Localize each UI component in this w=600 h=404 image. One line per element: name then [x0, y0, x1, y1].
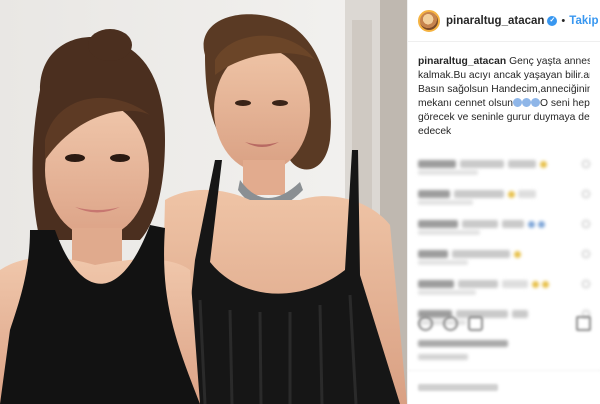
comment-item: [418, 239, 590, 269]
heart-icon[interactable]: [418, 315, 433, 331]
comment-input[interactable]: [418, 384, 498, 391]
caption-line-1: pinaraltug_atacanGenç yaşta annesiz: [418, 55, 590, 69]
comment-item: [418, 179, 590, 209]
comment-list: [408, 139, 600, 329]
comment-item: [418, 269, 590, 299]
bookmark-icon[interactable]: [576, 315, 591, 331]
caption-text-4-tail: O seni hep: [540, 98, 590, 109]
add-comment-bar[interactable]: [408, 370, 600, 404]
post-actions: [418, 312, 591, 334]
caption-text-3: Basın sağolsun Handecim,anneciğinin: [418, 84, 590, 95]
verified-badge-icon: ✓: [547, 15, 558, 26]
comment-icon[interactable]: [443, 315, 458, 331]
caption-text-1: Genç yaşta annesiz: [509, 56, 590, 67]
heart-icon[interactable]: [582, 250, 590, 258]
follow-button[interactable]: Takip Et: [569, 15, 600, 27]
comment-item: [418, 149, 590, 179]
heart-icon[interactable]: [582, 160, 590, 168]
caption-text-4: mekanı cennet olsun: [418, 98, 514, 109]
caption-text-2: kalmak.Bu acıyı ancak yaşayan bilir.anla…: [418, 70, 590, 81]
caption-text-6: edecek: [418, 126, 452, 137]
comment-item: [418, 209, 590, 239]
emoji-icon: [522, 98, 532, 107]
heart-icon[interactable]: [582, 280, 590, 288]
heart-icon[interactable]: [582, 190, 590, 198]
caption-line-2: kalmak.Bu acıyı ancak yaşayan bilir.anla…: [418, 69, 590, 83]
caption-text-5: görecek ve seninle gurur duymaya devam: [418, 112, 590, 123]
emoji-icon: [513, 98, 523, 107]
post-photo[interactable]: [0, 0, 407, 404]
post-header: pinaraltug_atacan ✓ • Takip Et: [408, 0, 600, 42]
post-caption: pinaraltug_atacanGenç yaşta annesiz kalm…: [408, 42, 600, 139]
caption-line-4: mekanı cennet olsun O seni hep: [418, 97, 590, 111]
caption-username[interactable]: pinaraltug_atacan: [418, 56, 506, 67]
avatar-icon[interactable]: [418, 9, 440, 32]
post-side-panel: pinaraltug_atacan ✓ • Takip Et pinaraltu…: [407, 0, 600, 404]
photo-image: [0, 0, 407, 404]
share-icon[interactable]: [468, 315, 483, 331]
heart-icon[interactable]: [582, 220, 590, 228]
header-username[interactable]: pinaraltug_atacan: [446, 15, 544, 27]
header-separator: •: [561, 14, 566, 27]
likes-count[interactable]: [418, 340, 508, 347]
post-timestamp: [418, 354, 468, 360]
emoji-icon: [531, 98, 541, 107]
